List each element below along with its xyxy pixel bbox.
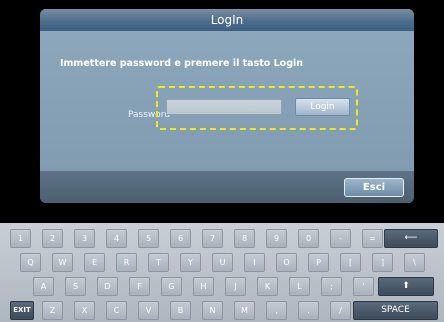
key-7[interactable]: 7 — [202, 229, 223, 248]
key-f[interactable]: F — [129, 277, 150, 296]
key-s[interactable]: S — [65, 277, 86, 296]
key-v[interactable]: V — [138, 301, 159, 320]
on-screen-keyboard: 1 2 3 4 5 6 7 8 9 0 - = ⟵ Q W E R T Y U … — [0, 223, 444, 322]
key-semicolon[interactable]: ; — [321, 277, 342, 296]
key-t[interactable]: T — [148, 253, 169, 272]
key-4[interactable]: 4 — [106, 229, 127, 248]
key-z[interactable]: Z — [42, 301, 63, 320]
backspace-key[interactable]: ⟵ — [384, 229, 438, 248]
key-slash[interactable]: / — [330, 301, 351, 320]
key-q[interactable]: Q — [20, 253, 41, 272]
instruction-text: Immettere password e premere il tasto Lo… — [60, 58, 304, 69]
key-u[interactable]: U — [212, 253, 233, 272]
key-j[interactable]: J — [225, 277, 246, 296]
password-input[interactable] — [166, 99, 282, 115]
exit-button[interactable]: Esci — [344, 178, 404, 197]
key-0[interactable]: 0 — [298, 229, 319, 248]
shift-key[interactable]: ⬆ — [378, 277, 434, 296]
key-9[interactable]: 9 — [266, 229, 287, 248]
key-6[interactable]: 6 — [170, 229, 191, 248]
key-minus[interactable]: - — [330, 229, 351, 248]
key-d[interactable]: D — [97, 277, 118, 296]
key-k[interactable]: K — [257, 277, 278, 296]
dialog-title: LogIn — [40, 9, 414, 31]
key-equals[interactable]: = — [362, 229, 383, 248]
key-right-bracket[interactable]: ] — [372, 253, 393, 272]
key-n[interactable]: N — [202, 301, 223, 320]
dialog-footer: Esci — [40, 171, 414, 203]
key-e[interactable]: E — [84, 253, 105, 272]
key-x[interactable]: X — [74, 301, 95, 320]
key-b[interactable]: B — [170, 301, 191, 320]
key-h[interactable]: H — [193, 277, 214, 296]
space-key[interactable]: SPACE — [353, 301, 438, 320]
key-apostrophe[interactable]: ' — [353, 277, 374, 296]
key-backslash[interactable]: \ — [404, 253, 425, 272]
login-button[interactable]: Login — [295, 98, 350, 116]
key-3[interactable]: 3 — [74, 229, 95, 248]
key-8[interactable]: 8 — [234, 229, 255, 248]
key-p[interactable]: P — [308, 253, 329, 272]
key-g[interactable]: G — [161, 277, 182, 296]
key-2[interactable]: 2 — [42, 229, 63, 248]
key-c[interactable]: C — [106, 301, 127, 320]
key-w[interactable]: W — [52, 253, 73, 272]
key-left-bracket[interactable]: [ — [340, 253, 361, 272]
exit-key[interactable]: EXIT — [10, 301, 34, 320]
key-period[interactable]: . — [298, 301, 319, 320]
key-comma[interactable]: , — [266, 301, 287, 320]
key-o[interactable]: O — [276, 253, 297, 272]
key-1[interactable]: 1 — [10, 229, 31, 248]
key-y[interactable]: Y — [180, 253, 201, 272]
key-i[interactable]: I — [244, 253, 265, 272]
key-5[interactable]: 5 — [138, 229, 159, 248]
key-m[interactable]: M — [234, 301, 255, 320]
login-dialog: LogIn Immettere password e premere il ta… — [40, 9, 414, 203]
key-r[interactable]: R — [116, 253, 137, 272]
key-l[interactable]: L — [289, 277, 310, 296]
key-a[interactable]: A — [33, 277, 54, 296]
